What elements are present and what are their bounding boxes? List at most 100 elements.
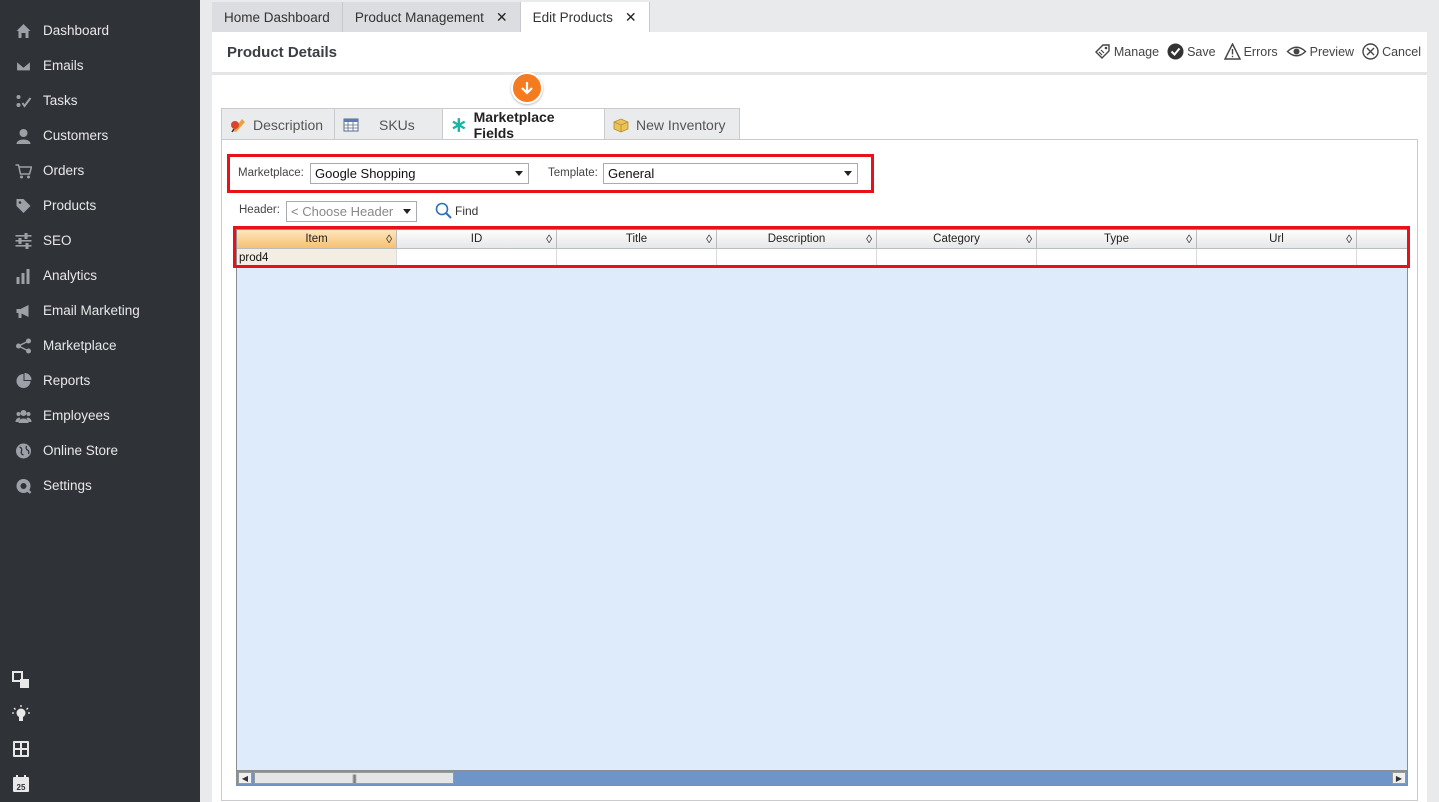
home-icon — [12, 23, 34, 39]
scroll-right-icon[interactable]: ▶ — [1392, 772, 1406, 784]
errors-button[interactable]: Errors — [1223, 43, 1278, 60]
tab-new-inventory[interactable]: New Inventory — [604, 108, 740, 140]
template-select[interactable]: General — [603, 163, 858, 184]
header-divider — [212, 72, 1427, 75]
cart-icon — [12, 163, 34, 179]
sidebar-item-orders[interactable]: Orders — [0, 153, 200, 188]
sidebar-item-label: Dashboard — [43, 23, 110, 38]
check-circle-icon — [1167, 43, 1184, 60]
sidebar-item-label: Email Marketing — [43, 303, 140, 318]
calendar-icon[interactable]: 25 — [12, 775, 30, 793]
sidebar-item-label: Marketplace — [43, 338, 117, 353]
sidebar-item-dashboard[interactable]: Dashboard — [0, 13, 200, 48]
marketplace-label: Marketplace: — [238, 167, 304, 179]
megaphone-icon — [12, 303, 34, 319]
sidebar-item-label: Settings — [43, 478, 92, 493]
users-icon — [12, 408, 34, 424]
sub-tab-bar: Description SKUs Marketplace Fields New … — [221, 108, 740, 141]
cancel-icon — [1362, 43, 1379, 60]
save-button[interactable]: Save — [1167, 43, 1216, 60]
sidebar-item-tasks[interactable]: Tasks — [0, 83, 200, 118]
tab-product-management[interactable]: Product Management ✕ — [342, 2, 521, 32]
marketplace-value: Google Shopping — [315, 166, 416, 181]
tab-skus[interactable]: SKUs — [334, 108, 443, 140]
sidebar-item-label: Emails — [43, 58, 84, 73]
sidebar-item-seo[interactable]: SEO — [0, 223, 200, 258]
sidebar-item-label: Reports — [43, 373, 91, 388]
header-select[interactable]: < Choose Header — [286, 201, 417, 222]
errors-label: Errors — [1243, 44, 1278, 59]
tab-label: Product Management — [354, 9, 484, 25]
chevron-down-icon — [515, 171, 523, 176]
calculator-icon[interactable] — [12, 740, 30, 758]
bar-chart-icon — [12, 268, 34, 284]
chevron-down-icon — [844, 171, 852, 176]
action-toolbar: Manage Save Errors Preview Cancel — [1094, 43, 1421, 60]
scroll-down-button[interactable] — [511, 72, 543, 104]
chevron-down-icon — [403, 209, 411, 214]
highlight-box-grid-header — [233, 226, 1410, 268]
sidebar-item-label: Customers — [43, 128, 109, 143]
lightbulb-icon[interactable] — [12, 705, 30, 723]
sidebar-item-analytics[interactable]: Analytics — [0, 258, 200, 293]
asterisk-icon — [452, 117, 466, 132]
tasks-icon — [12, 93, 34, 109]
cancel-button[interactable]: Cancel — [1362, 43, 1421, 60]
envelope-icon — [12, 58, 34, 74]
sidebar-item-label: Products — [43, 198, 97, 213]
warning-icon — [1223, 43, 1241, 60]
manage-icon — [1094, 44, 1110, 59]
template-label: Template: — [548, 167, 598, 179]
sidebar-item-email-marketing[interactable]: Email Marketing — [0, 293, 200, 328]
tab-edit-products[interactable]: Edit Products ✕ — [520, 2, 650, 32]
cancel-label: Cancel — [1382, 44, 1421, 59]
calendar-day: 25 — [17, 783, 26, 792]
top-tab-bar: Home Dashboard Product Management ✕ Edit… — [212, 2, 650, 32]
sidebar-item-label: Analytics — [43, 268, 98, 283]
marketplace-fields-grid: Item ◊ ID ◊ Title ◊ Description ◊ Category ◊ … — [236, 229, 1408, 784]
user-icon — [12, 128, 34, 144]
settings-icon — [12, 478, 34, 494]
tab-label: Edit Products — [532, 9, 613, 25]
close-icon[interactable]: ✕ — [496, 9, 508, 26]
header-label: Header: — [239, 204, 280, 216]
sidebar-item-label: Orders — [43, 163, 85, 178]
share-icon — [12, 338, 34, 354]
tab-marketplace-fields[interactable]: Marketplace Fields — [442, 108, 605, 141]
scroll-thumb[interactable]: ||| — [254, 772, 454, 784]
close-icon[interactable]: ✕ — [625, 9, 637, 26]
sidebar: Dashboard Emails Tasks Customers Orders … — [0, 0, 200, 802]
sidebar-item-online-store[interactable]: Online Store — [0, 433, 200, 468]
marketplace-select[interactable]: Google Shopping — [310, 163, 529, 184]
find-label: Find — [455, 203, 479, 218]
box-icon — [613, 118, 629, 132]
description-icon — [231, 118, 245, 132]
sidebar-item-customers[interactable]: Customers — [0, 118, 200, 153]
tab-label: SKUs — [379, 116, 415, 133]
arrow-down-icon — [521, 82, 533, 95]
tab-label: New Inventory — [636, 116, 726, 133]
tab-label: Marketplace Fields — [473, 108, 555, 141]
tab-home-dashboard[interactable]: Home Dashboard — [212, 2, 343, 32]
table-icon — [343, 118, 359, 131]
manage-button[interactable]: Manage — [1094, 43, 1159, 60]
scroll-left-icon[interactable]: ◀ — [238, 772, 252, 784]
sidebar-item-emails[interactable]: Emails — [0, 48, 200, 83]
tab-label: Home Dashboard — [224, 9, 330, 25]
sidebar-item-reports[interactable]: Reports — [0, 363, 200, 398]
sidebar-item-employees[interactable]: Employees — [0, 398, 200, 433]
preview-button[interactable]: Preview — [1286, 43, 1354, 60]
find-button[interactable]: Find — [435, 202, 478, 219]
tab-description[interactable]: Description — [221, 108, 335, 140]
windows-icon[interactable] — [12, 671, 30, 689]
product-details-panel: Product Details Manage Save Errors Previ… — [212, 32, 1427, 802]
sidebar-item-label: Online Store — [43, 443, 119, 458]
eye-icon — [1286, 46, 1307, 57]
sidebar-item-products[interactable]: Products — [0, 188, 200, 223]
horizontal-scrollbar[interactable]: ◀ ||| ▶ — [236, 770, 1408, 786]
pie-chart-icon — [12, 372, 34, 389]
tab-label: Description — [253, 116, 324, 133]
preview-label: Preview — [1309, 44, 1355, 59]
sidebar-item-settings[interactable]: Settings — [0, 468, 200, 503]
sidebar-item-marketplace[interactable]: Marketplace — [0, 328, 200, 363]
